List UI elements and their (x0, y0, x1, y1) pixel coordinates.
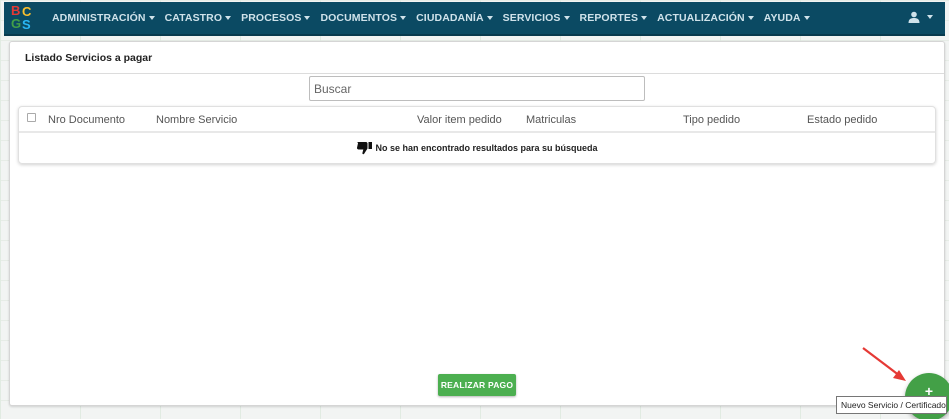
search-input[interactable] (309, 76, 645, 101)
fab-tooltip: Nuevo Servicio / Certificado (836, 396, 947, 414)
red-arrow-annotation (862, 347, 906, 381)
table-header: Nro Documento Nombre Servicio Valor item… (19, 107, 935, 133)
empty-message: No se han encontrado resultados para su … (375, 143, 598, 153)
logo-letter-g: G (11, 16, 22, 31)
col-nombre-servicio[interactable]: Nombre Servicio (156, 114, 237, 126)
menu-label: DOCUMENTOS (320, 12, 398, 24)
caret-down-icon (563, 16, 570, 20)
user-menu[interactable] (908, 11, 933, 23)
thumbs-down-icon (357, 142, 373, 155)
caret-down-icon (803, 16, 810, 20)
caret-down-icon (927, 15, 933, 19)
col-matriculas[interactable]: Matriculas (526, 114, 576, 126)
menu-label: CATASTRO (164, 12, 223, 24)
caret-down-icon (486, 16, 493, 20)
menu-procesos[interactable]: PROCESOS (236, 12, 315, 24)
menu-administracion[interactable]: ADMINISTRACIÓN (47, 12, 160, 24)
caret-down-icon (304, 16, 311, 20)
col-estado-pedido[interactable]: Estado pedido (807, 114, 877, 126)
col-valor-item[interactable]: Valor item pedido (417, 114, 502, 126)
menu-label: PROCESOS (241, 12, 302, 24)
logo-letter-s: S (22, 17, 31, 32)
user-icon (908, 11, 920, 23)
caret-down-icon (747, 16, 754, 20)
services-table: Nro Documento Nombre Servicio Valor item… (18, 106, 936, 164)
menu-reportes[interactable]: REPORTES (575, 12, 653, 24)
top-navbar: B C G S ADMINISTRACIÓN CATASTRO PROCESOS… (4, 2, 945, 36)
menu-ayuda[interactable]: AYUDA (759, 12, 815, 24)
menu-servicios[interactable]: SERVICIOS (498, 12, 575, 24)
caret-down-icon (148, 16, 155, 20)
col-tipo-pedido[interactable]: Tipo pedido (683, 114, 740, 126)
menu-label: AYUDA (763, 12, 801, 24)
select-all-checkbox[interactable] (27, 113, 36, 122)
menu-label: CIUDADANÍA (416, 12, 484, 24)
caret-down-icon (400, 16, 407, 20)
menu-catastro[interactable]: CATASTRO (160, 12, 237, 24)
caret-down-icon (641, 16, 648, 20)
menu-label: ACTUALIZACIÓN (657, 12, 745, 24)
services-panel: Listado Servicios a pagar Nro Documento … (9, 41, 945, 406)
main-menu: ADMINISTRACIÓN CATASTRO PROCESOS DOCUMEN… (47, 12, 815, 24)
menu-actualizacion[interactable]: ACTUALIZACIÓN (652, 12, 759, 24)
empty-results-row: No se han encontrado resultados para su … (19, 133, 935, 163)
menu-label: SERVICIOS (502, 12, 561, 24)
pay-button[interactable]: REALIZAR PAGO (438, 374, 516, 396)
menu-documentos[interactable]: DOCUMENTOS (315, 12, 411, 24)
col-nro-documento[interactable]: Nro Documento (48, 114, 125, 126)
menu-label: REPORTES (579, 12, 639, 24)
caret-down-icon (225, 16, 232, 20)
panel-title: Listado Servicios a pagar (10, 42, 944, 74)
menu-ciudadania[interactable]: CIUDADANÍA (411, 12, 498, 24)
app-logo[interactable]: B C G S (8, 3, 38, 33)
menu-label: ADMINISTRACIÓN (52, 12, 146, 24)
